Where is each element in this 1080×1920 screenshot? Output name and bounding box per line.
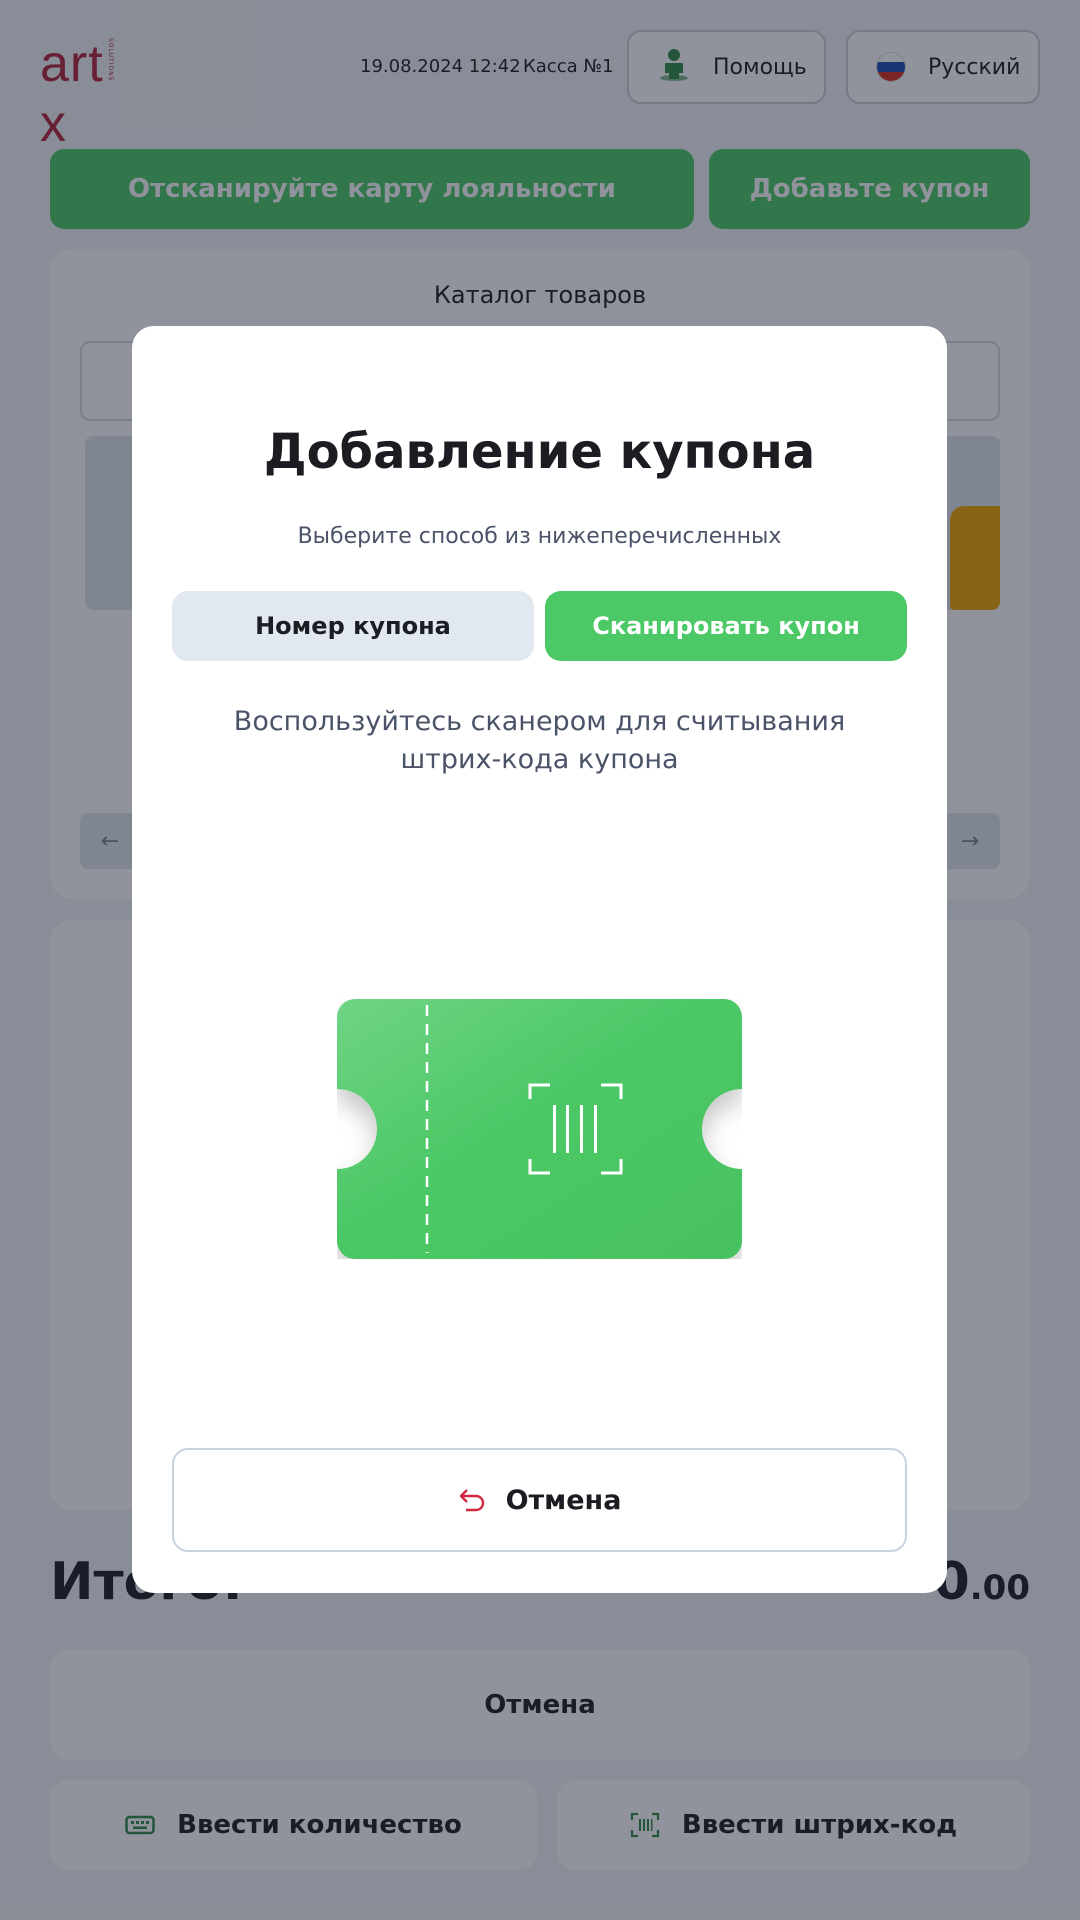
- dialog-subtitle: Выберите способ из нижеперечисленных: [297, 524, 782, 549]
- dialog-cancel-label: Отмена: [505, 1484, 622, 1516]
- instruction-line-2: штрих-кода купона: [400, 744, 679, 775]
- scan-coupon-tab[interactable]: Сканировать купон: [545, 591, 907, 661]
- dialog-cancel-button[interactable]: Отмена: [172, 1448, 907, 1552]
- instruction-line-1: Воспользуйтесь сканером для считывания: [233, 706, 846, 737]
- add-coupon-dialog: Добавление купона Выберите способ из ниж…: [132, 326, 947, 1593]
- coupon-number-tab[interactable]: Номер купона: [172, 591, 534, 661]
- coupon-barcode-icon: [337, 999, 742, 1259]
- undo-arrow-icon: [458, 1487, 486, 1513]
- dialog-title: Добавление купона: [263, 424, 816, 480]
- scan-instruction: Воспользуйтесь сканером для считывания ш…: [192, 703, 887, 779]
